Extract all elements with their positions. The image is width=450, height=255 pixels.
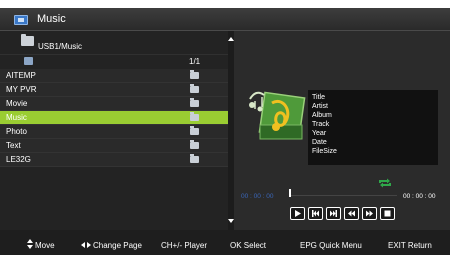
help-bar: Move Change Page CH+/- Player OK Select …	[0, 230, 450, 255]
skip-next-icon	[330, 210, 337, 217]
folder-icon	[190, 112, 199, 121]
preview-panel: Title Artist Album Track Year Date FileS…	[234, 31, 450, 230]
info-year: Year	[312, 130, 327, 137]
info-filesize: FileSize	[312, 148, 337, 155]
file-list-item[interactable]: Movie	[0, 97, 228, 111]
rewind-button[interactable]	[344, 207, 359, 220]
folder-icon	[190, 154, 199, 163]
rewind-icon	[348, 210, 355, 217]
folder-icon	[21, 34, 34, 46]
file-list-item-label: Music	[6, 113, 27, 122]
playback-controls	[290, 207, 395, 221]
elapsed-time: 00 : 00 : 00	[241, 193, 274, 200]
file-list-item[interactable]: Text	[0, 139, 228, 153]
fast-forward-button[interactable]	[362, 207, 377, 220]
file-list-item[interactable]: AITEMP	[0, 69, 228, 83]
left-right-arrow-icon	[81, 242, 91, 248]
folder-icon	[190, 126, 199, 135]
stop-button[interactable]	[380, 207, 395, 220]
skip-previous-icon	[312, 210, 319, 217]
file-list-item[interactable]: MY PVR	[0, 83, 228, 97]
play-button[interactable]	[290, 207, 305, 220]
file-list-item[interactable]: LE32G	[0, 153, 228, 167]
help-quick-menu: EPG Quick Menu	[300, 241, 362, 250]
play-icon	[295, 210, 301, 217]
page-indicator: 1/1	[189, 57, 201, 66]
help-player: CH+/- Player	[161, 241, 208, 250]
folder-icon	[190, 140, 199, 149]
previous-button[interactable]	[308, 207, 323, 220]
help-select: OK Select	[230, 241, 267, 250]
file-list-item[interactable]: Photo	[0, 125, 228, 139]
window-title: Music	[37, 13, 66, 25]
file-browser: USB1/Music 1/1 AITEMP MY PVR Movie Music Pho…	[0, 31, 228, 230]
up-folder-icon[interactable]	[24, 57, 33, 65]
current-path: USB1/Music	[0, 31, 228, 55]
file-list-item-label: Photo	[6, 127, 27, 136]
file-list-item-label: Text	[6, 141, 21, 150]
file-list: AITEMP MY PVR Movie Music Photo Text LE32G	[0, 69, 228, 167]
info-date: Date	[312, 139, 327, 146]
help-change-page: Change Page	[93, 241, 142, 250]
media-player-screen: Music USB1/Music 1/1 AITEMP MY PVR Movie Mu…	[0, 8, 450, 255]
path-label: USB1/Music	[38, 42, 83, 51]
fast-forward-icon	[366, 210, 373, 217]
info-title: Title	[312, 94, 325, 101]
file-list-item-label: AITEMP	[6, 71, 36, 80]
folder-icon	[190, 98, 199, 107]
music-album-art-icon	[249, 91, 306, 140]
repeat-icon[interactable]	[378, 178, 392, 188]
file-list-item-label: Movie	[6, 99, 28, 108]
info-track: Track	[312, 121, 330, 128]
file-list-item[interactable]: Music	[0, 111, 228, 125]
help-move: Move	[35, 241, 55, 250]
folder-icon	[190, 84, 199, 93]
title-bar: Music	[0, 8, 450, 31]
stop-icon	[384, 210, 391, 217]
file-list-item-label: MY PVR	[6, 85, 37, 94]
info-artist: Artist	[312, 103, 328, 110]
info-album: Album	[312, 112, 332, 119]
folder-icon	[190, 70, 199, 79]
track-info-panel: Title Artist Album Track Year Date FileS…	[308, 90, 438, 165]
up-down-arrow-icon	[27, 239, 33, 249]
seek-bar[interactable]	[291, 195, 397, 196]
total-time: 00 : 00 : 00	[403, 193, 436, 200]
file-list-item-label: LE32G	[6, 155, 31, 164]
parent-folder-row[interactable]: 1/1	[0, 55, 228, 68]
next-button[interactable]	[326, 207, 341, 220]
help-return: EXIT Return	[388, 241, 432, 250]
music-app-icon	[14, 15, 28, 25]
